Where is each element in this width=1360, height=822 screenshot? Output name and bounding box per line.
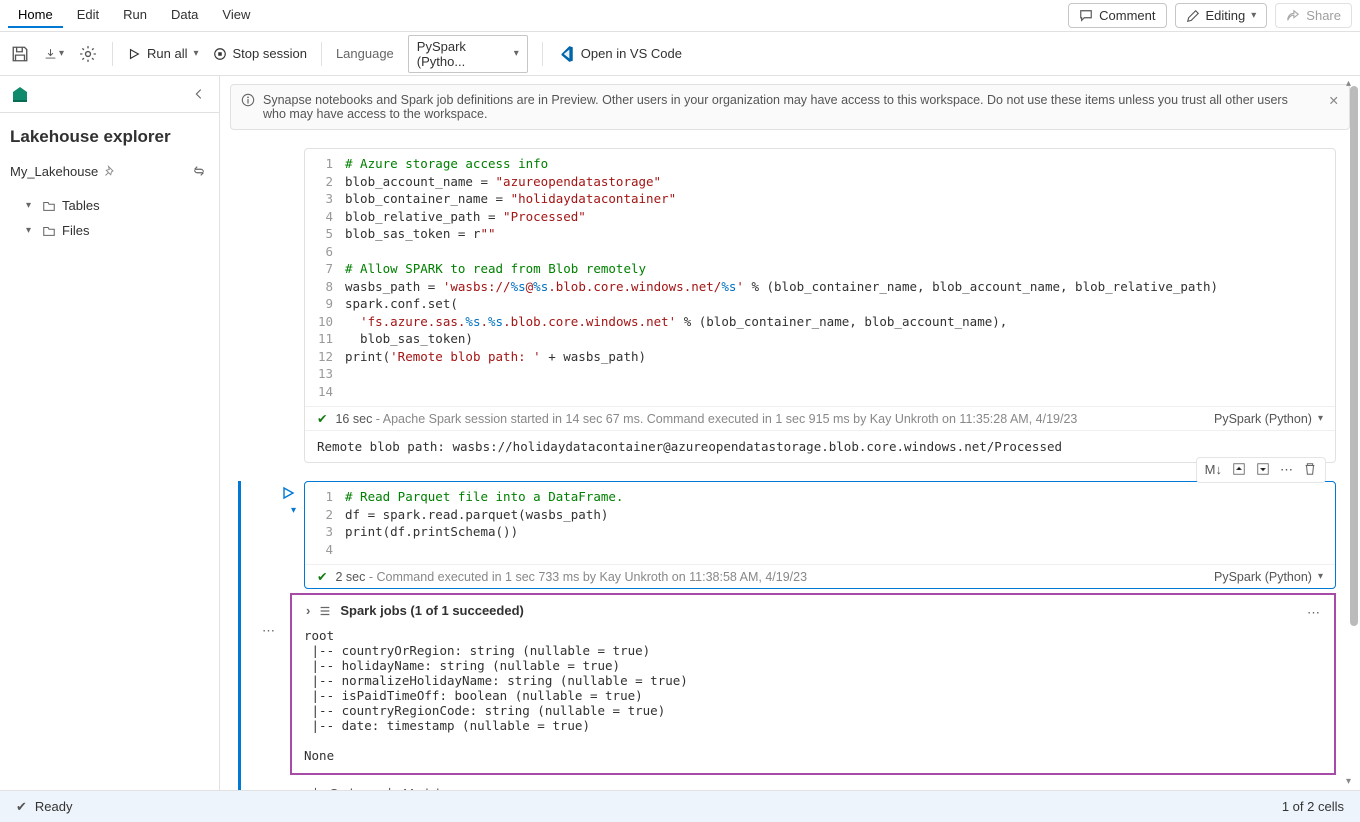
language-label: Language — [336, 46, 394, 61]
run-all-label: Run all — [147, 46, 187, 61]
spark-jobs-row[interactable]: › Spark jobs (1 of 1 succeeded) — [292, 595, 1334, 626]
status-bar: ✔ Ready 1 of 2 cells — [0, 790, 1360, 822]
chevron-down-icon: ▾ — [514, 48, 519, 59]
chevron-down-icon: ▾ — [1251, 10, 1256, 21]
chevron-down-icon: ▾ — [193, 48, 198, 59]
editing-button[interactable]: Editing ▾ — [1175, 3, 1268, 28]
open-vscode-button[interactable]: Open in VS Code — [557, 45, 682, 63]
download-icon[interactable]: ▾ — [44, 44, 64, 64]
menu-data[interactable]: Data — [161, 3, 208, 28]
markdown-toggle-icon[interactable]: M↓ — [1205, 462, 1222, 478]
cell-status-2: [2] ✔ 2 sec - Command executed in 1 sec … — [305, 564, 1335, 588]
run-all-button[interactable]: Run all ▾ — [127, 46, 199, 61]
scroll-down-icon[interactable]: ▾ — [1346, 776, 1358, 788]
chevron-down-icon[interactable]: ▾ — [291, 505, 296, 516]
stop-session-button[interactable]: Stop session — [213, 46, 307, 61]
output-menu-icon[interactable]: ⋯ — [1307, 605, 1322, 621]
tree-tables[interactable]: ▾Tables — [0, 193, 219, 218]
lakehouse-logo-icon — [10, 84, 30, 104]
sidebar: Lakehouse explorer My_Lakehouse ▾Tables▾… — [0, 76, 220, 790]
menu-run[interactable]: Run — [113, 3, 157, 28]
menu-home[interactable]: Home — [8, 3, 63, 28]
share-button: Share — [1275, 3, 1352, 28]
add-markdown-button[interactable]: ＋Markdown — [382, 783, 463, 790]
menu-edit[interactable]: Edit — [67, 3, 109, 28]
info-icon — [241, 93, 255, 107]
tree-files[interactable]: ▾Files — [0, 218, 219, 243]
move-down-icon[interactable] — [1256, 462, 1270, 478]
notebook-area: Synapse notebooks and Spark job definiti… — [220, 76, 1360, 790]
list-icon — [318, 604, 332, 618]
sidebar-collapse-icon[interactable] — [189, 84, 209, 104]
open-vscode-label: Open in VS Code — [581, 46, 682, 61]
chevron-down-icon: ▾ — [1318, 413, 1323, 424]
pin-icon — [104, 165, 116, 177]
sidebar-title: Lakehouse explorer — [0, 113, 219, 153]
delete-icon[interactable] — [1303, 462, 1317, 478]
comment-button[interactable]: Comment — [1068, 3, 1166, 28]
info-text: Synapse notebooks and Spark job definiti… — [263, 93, 1288, 121]
comment-label: Comment — [1099, 8, 1155, 23]
editing-label: Editing — [1206, 8, 1246, 23]
cell-1: 1234567891011121314 # Azure storage acce… — [244, 148, 1336, 463]
share-label: Share — [1306, 8, 1341, 23]
add-code-button[interactable]: ＋Code — [308, 783, 360, 790]
check-icon: ✔ — [317, 411, 327, 426]
scrollbar[interactable] — [1350, 86, 1358, 626]
status-cells: 1 of 2 cells — [1282, 799, 1344, 814]
output-more-icon[interactable]: ⋯ — [262, 623, 277, 639]
settings-icon[interactable] — [78, 44, 98, 64]
move-up-icon[interactable] — [1232, 462, 1246, 478]
language-value: PySpark (Pytho... — [417, 39, 508, 69]
schema-output: root |-- countryOrRegion: string (nullab… — [292, 626, 1334, 773]
status-ready: Ready — [35, 799, 73, 814]
cell-lang-2[interactable]: PySpark (Python) ▾ — [1214, 570, 1323, 584]
cell-output-1: Remote blob path: wasbs://holidaydatacon… — [305, 430, 1335, 462]
preview-info-bar: Synapse notebooks and Spark job definiti… — [230, 84, 1350, 130]
language-select[interactable]: PySpark (Pytho... ▾ — [408, 35, 528, 73]
folder-icon — [42, 199, 56, 213]
chevron-right-icon: › — [306, 603, 310, 618]
save-icon[interactable] — [10, 44, 30, 64]
menubar: HomeEditRunDataView Comment Editing ▾ Sh… — [0, 0, 1360, 32]
chevron-down-icon: ▾ — [1318, 571, 1323, 582]
folder-icon — [42, 224, 56, 238]
cell-toolbar: M↓ ⋯ — [1196, 457, 1326, 483]
check-icon: ✔ — [317, 569, 327, 584]
check-icon: ✔ — [16, 799, 27, 815]
menu-view[interactable]: View — [212, 3, 260, 28]
code-editor-1[interactable]: 1234567891011121314 # Azure storage acce… — [305, 149, 1335, 406]
more-icon[interactable]: ⋯ — [1280, 462, 1293, 478]
close-icon[interactable]: ✕ — [1329, 93, 1339, 108]
lakehouse-name[interactable]: My_Lakehouse — [10, 164, 116, 179]
cell-status-1: [1] ✔ 16 sec - Apache Spark session star… — [305, 406, 1335, 430]
toolbar: ▾ Run all ▾ Stop session Language PySpar… — [0, 32, 1360, 76]
output-highlight: ⋯ ⋯ › Spark jobs (1 of 1 succeeded) root… — [290, 593, 1336, 775]
cell-2: M↓ ⋯ ▾ 1234 # Read Parquet file into a D — [244, 481, 1336, 790]
run-cell-icon[interactable] — [280, 485, 296, 501]
cell-lang-1[interactable]: PySpark (Python) ▾ — [1214, 412, 1323, 426]
refresh-icon[interactable] — [189, 161, 209, 181]
code-editor-2[interactable]: 1234 # Read Parquet file into a DataFram… — [305, 482, 1335, 564]
stop-session-label: Stop session — [233, 46, 307, 61]
